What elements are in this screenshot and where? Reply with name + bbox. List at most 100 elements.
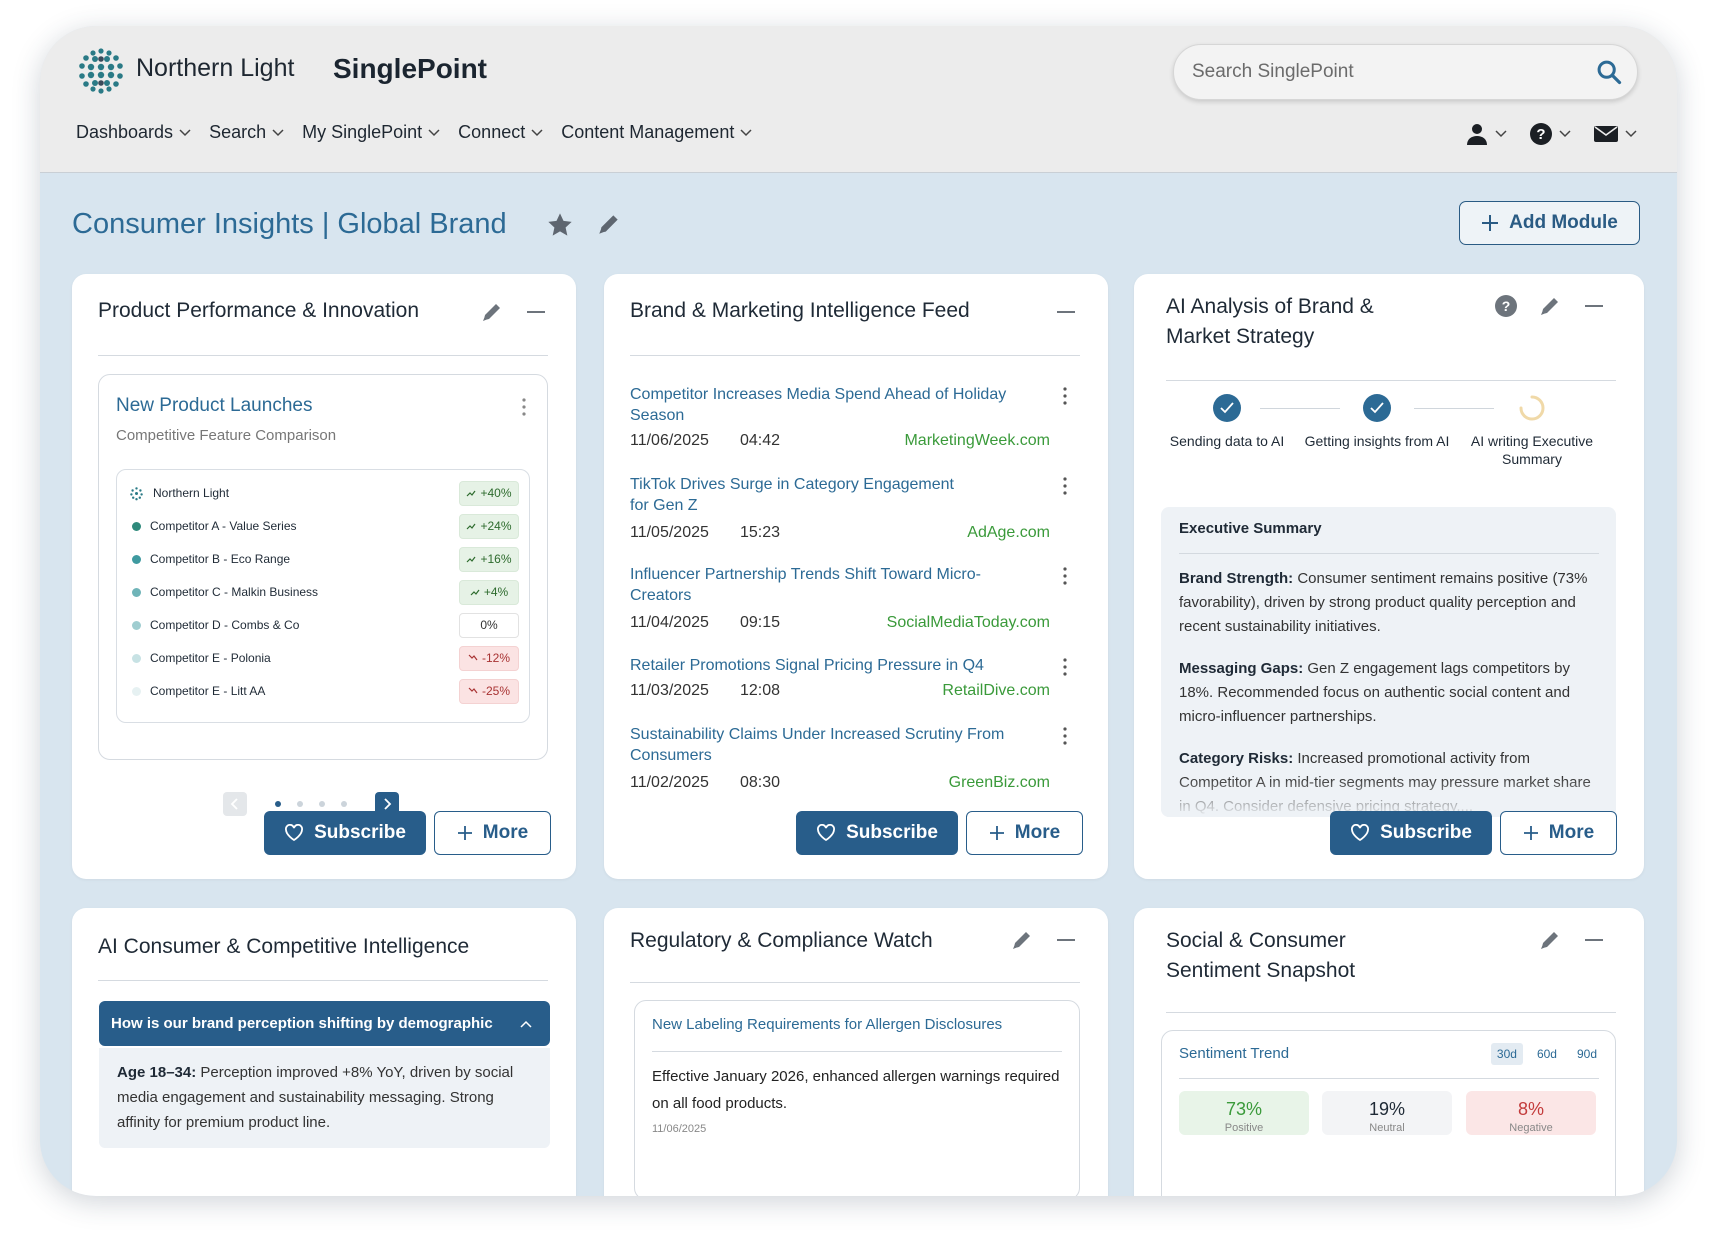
subscribe-button[interactable]: Subscribe	[1330, 811, 1492, 855]
more-button[interactable]: More	[1500, 811, 1617, 855]
news-time: 08:30	[740, 774, 781, 791]
series-dot	[132, 686, 141, 696]
tab-90d[interactable]: 90d	[1571, 1043, 1603, 1065]
page-dot[interactable]	[319, 801, 325, 807]
question-text: How is our brand perception shifting by …	[111, 1015, 493, 1032]
card-actions	[1010, 928, 1078, 952]
kebab-menu-icon[interactable]	[1062, 476, 1068, 496]
news-source[interactable]: SocialMediaToday.com	[840, 614, 1050, 632]
tab-30d[interactable]: 30d	[1490, 1043, 1523, 1065]
add-module-button[interactable]: Add Module	[1459, 201, 1640, 245]
more-label: More	[1548, 822, 1595, 843]
question-accordion[interactable]: How is our brand perception shifting by …	[99, 1001, 550, 1046]
nav-search[interactable]: Search	[209, 122, 284, 143]
paragraph-label: Messaging Gaps:	[1179, 660, 1304, 677]
nav-content-management[interactable]: Content Management	[561, 122, 752, 143]
prev-page-button[interactable]	[223, 792, 247, 816]
news-title[interactable]: Sustainability Claims Under Increased Sc…	[630, 724, 1040, 766]
minimize-icon[interactable]	[1582, 294, 1606, 318]
nav-my-singlepoint[interactable]: My SinglePoint	[302, 122, 440, 143]
news-title[interactable]: TikTok Drives Surge in Category Engageme…	[630, 474, 970, 516]
kebab-menu-icon[interactable]	[1062, 726, 1068, 746]
news-source[interactable]: GreenBiz.com	[840, 774, 1050, 792]
nav-dashboards[interactable]: Dashboards	[76, 122, 191, 143]
competitor-name: Northern Light	[153, 486, 230, 500]
user-menu[interactable]	[1465, 122, 1507, 146]
news-title[interactable]: Influencer Partnership Trends Shift Towa…	[630, 564, 1010, 606]
chevron-down-icon	[531, 128, 543, 136]
trend-up-icon	[467, 556, 476, 563]
minimize-icon[interactable]	[1582, 928, 1606, 952]
kebab-menu-icon[interactable]	[521, 397, 527, 417]
series-dot	[132, 521, 141, 531]
stat-value: 8%	[1517, 1099, 1544, 1119]
tab-60d[interactable]: 60d	[1531, 1043, 1563, 1065]
ai-consumer-card: AI Consumer & Competitive Intelligence H…	[72, 908, 576, 1196]
card-title: Brand & Marketing Intelligence Feed	[630, 299, 970, 322]
edit-pencil-icon[interactable]	[1538, 928, 1562, 952]
star-icon[interactable]	[546, 211, 574, 239]
regulation-title[interactable]: New Labeling Requirements for Allergen D…	[652, 1016, 1002, 1033]
heart-icon	[817, 824, 836, 842]
kebab-menu-icon[interactable]	[1062, 386, 1068, 406]
news-date: 11/02/2025	[630, 774, 709, 791]
svg-text:?: ?	[1536, 126, 1545, 143]
competitor-row: Competitor E - Litt AA -25%	[129, 678, 519, 704]
chevron-right-icon	[384, 798, 392, 810]
trend-up-icon	[467, 490, 476, 497]
product-name: SinglePoint	[333, 53, 487, 84]
search-box	[1173, 44, 1638, 100]
edit-pencil-icon[interactable]	[596, 211, 622, 237]
more-button[interactable]: More	[434, 811, 551, 855]
nav-label: Search	[209, 122, 267, 142]
more-button[interactable]: More	[966, 811, 1083, 855]
competitor-row: Northern Light +40%	[129, 480, 519, 506]
trend-down-icon	[468, 654, 478, 661]
minimize-icon[interactable]	[1054, 928, 1078, 952]
edit-pencil-icon[interactable]	[480, 300, 504, 324]
divider	[1166, 1012, 1616, 1013]
stat-label: Negative	[1509, 1122, 1553, 1134]
edit-pencil-icon[interactable]	[1538, 294, 1562, 318]
card-actions	[480, 300, 548, 324]
range-tabs: 30d 60d 90d	[1490, 1043, 1603, 1065]
nav-connect[interactable]: Connect	[458, 122, 543, 143]
help-menu[interactable]: ?	[1529, 122, 1571, 146]
change-badge: -12%	[459, 645, 519, 671]
nav-label: Dashboards	[76, 122, 174, 142]
news-time: 12:08	[740, 682, 781, 699]
news-source[interactable]: RetailDive.com	[840, 682, 1050, 700]
kebab-menu-icon[interactable]	[1062, 566, 1068, 586]
minimize-icon[interactable]	[1054, 300, 1078, 324]
answer-panel: Age 18–34: Perception improved +8% YoY, …	[99, 1048, 550, 1148]
page-dot[interactable]	[341, 801, 347, 807]
news-title[interactable]: Retailer Promotions Signal Pricing Press…	[630, 655, 1050, 676]
chevron-down-icon	[1495, 130, 1507, 138]
news-time: 15:23	[740, 524, 781, 541]
news-source[interactable]: AdAge.com	[840, 524, 1050, 542]
help-icon[interactable]: ?	[1494, 294, 1518, 318]
stat-negative: 8% Negative	[1466, 1091, 1596, 1135]
heart-icon	[1351, 824, 1370, 842]
user-icon	[1467, 124, 1487, 145]
search-icon[interactable]	[1595, 58, 1623, 86]
change-badge: -25%	[459, 678, 519, 704]
mail-menu[interactable]	[1593, 124, 1637, 144]
minimize-icon[interactable]	[524, 300, 548, 324]
change-badge: +24%	[459, 513, 519, 539]
search-input[interactable]	[1192, 57, 1582, 87]
competitor-name: Competitor B - Eco Range	[150, 552, 291, 566]
news-source[interactable]: MarketingWeek.com	[840, 432, 1050, 450]
subscribe-button[interactable]: Subscribe	[264, 811, 426, 855]
stat-positive: 73% Positive	[1179, 1091, 1309, 1135]
panel-title[interactable]: New Product Launches	[116, 395, 312, 417]
news-title[interactable]: Competitor Increases Media Spend Ahead o…	[630, 384, 1050, 426]
edit-pencil-icon[interactable]	[1010, 928, 1034, 952]
kebab-menu-icon[interactable]	[1062, 657, 1068, 677]
change-badge: 0%	[459, 612, 519, 638]
answer-label: Age 18–34:	[117, 1064, 197, 1081]
northern-light-logo-icon[interactable]	[76, 46, 126, 96]
page-dot[interactable]	[297, 801, 303, 807]
subscribe-button[interactable]: Subscribe	[796, 811, 958, 855]
page-dot-active[interactable]	[275, 801, 281, 807]
